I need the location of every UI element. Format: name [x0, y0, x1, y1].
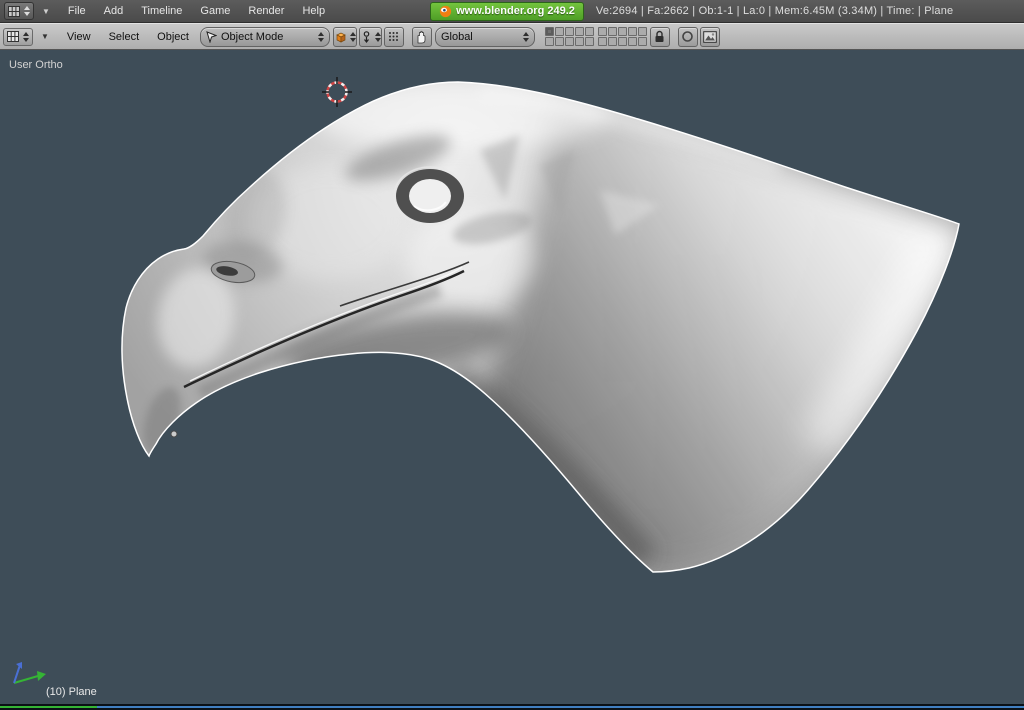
- layer-toggle[interactable]: [584, 37, 594, 46]
- manipulator-toggle-button[interactable]: [411, 26, 432, 47]
- circle-icon: [682, 31, 694, 42]
- layer-buttons-block-1: [544, 27, 594, 46]
- eagle-head-model[interactable]: [121, 81, 965, 575]
- layer-toggle[interactable]: [584, 27, 594, 36]
- draw-type-button[interactable]: [332, 26, 357, 47]
- editor-type-button-3dview[interactable]: [3, 27, 33, 46]
- lock-layers-button[interactable]: [649, 26, 670, 47]
- menu-add[interactable]: Add: [95, 5, 133, 17]
- dropdown-arrows-icon: [349, 31, 356, 42]
- scene-statistics: Ve:2694 | Fa:2662 | Ob:1-1 | La:0 | Mem:…: [595, 5, 954, 17]
- orientation-dropdown[interactable]: Global: [434, 26, 535, 47]
- solid-draw-cube-icon: [336, 32, 346, 43]
- dropdown-arrows-icon: [24, 6, 30, 16]
- dropdown-arrows-icon: [317, 31, 324, 42]
- dropdown-arrows-icon: [374, 31, 381, 42]
- layer-toggle[interactable]: [554, 37, 564, 46]
- image-icon: [703, 30, 717, 43]
- proportional-edit-button[interactable]: [677, 26, 698, 47]
- eye: [393, 166, 467, 226]
- blender-version-badge: www.blender.org 249.2: [430, 1, 584, 21]
- menu-render[interactable]: Render: [239, 5, 293, 17]
- 3d-scene: [13, 77, 965, 684]
- layer-toggle[interactable]: [564, 37, 574, 46]
- axis-gizmo-icon: [13, 662, 46, 684]
- menu-file[interactable]: File: [59, 5, 95, 17]
- render-preview-button[interactable]: [699, 26, 720, 47]
- divider-green-segment: [0, 706, 97, 708]
- mode-value: Object Mode: [220, 30, 284, 43]
- blender-logo-icon: [439, 5, 452, 17]
- menu-collapse-icon[interactable]: ▼: [36, 32, 54, 41]
- active-object-label: (10) Plane: [46, 686, 97, 698]
- layer-toggle[interactable]: [627, 27, 637, 36]
- lock-icon: [655, 30, 664, 42]
- 3d-cursor: [322, 77, 352, 107]
- layer-toggle[interactable]: [574, 37, 584, 46]
- mode-dropdown[interactable]: Object Mode: [199, 26, 330, 47]
- layer-toggle[interactable]: [637, 27, 647, 36]
- blender-window: ▼ File Add Timeline Game Render Help www…: [0, 0, 1024, 710]
- pivot-point-button[interactable]: [358, 26, 382, 47]
- grid-dots-icon: [389, 32, 399, 41]
- menu-timeline[interactable]: Timeline: [132, 5, 191, 17]
- layer-toggle[interactable]: [637, 37, 647, 46]
- layer-toggle[interactable]: [554, 27, 564, 36]
- layer-toggle[interactable]: [564, 27, 574, 36]
- dropdown-arrows-icon: [522, 31, 529, 42]
- menu-object[interactable]: Object: [148, 31, 198, 43]
- info-header: ▼ File Add Timeline Game Render Help www…: [0, 0, 1024, 23]
- layer-buttons-block-2: [597, 27, 647, 46]
- menu-view[interactable]: View: [58, 31, 100, 43]
- layer-toggle[interactable]: [627, 37, 637, 46]
- viewport-3d[interactable]: User Ortho (10) Plane: [0, 48, 1024, 704]
- layer-toggle[interactable]: [617, 27, 627, 36]
- grid-icon: [7, 31, 19, 42]
- layer-toggle[interactable]: [544, 37, 554, 46]
- layer-toggle[interactable]: [617, 37, 627, 46]
- menu-game[interactable]: Game: [191, 5, 239, 17]
- orientation-value: Global: [440, 30, 473, 43]
- stray-vertex: [170, 430, 178, 438]
- object-mode-icon: [206, 30, 217, 43]
- divider-blue-segment: [97, 706, 1024, 708]
- layer-toggle[interactable]: [597, 37, 607, 46]
- menu-help[interactable]: Help: [293, 5, 334, 17]
- layer-toggle[interactable]: [597, 27, 607, 36]
- grid-icon: [8, 5, 20, 17]
- viewport-header: ▼ View Select Object Object Mode Global: [0, 23, 1024, 50]
- layer-toggle[interactable]: [607, 27, 617, 36]
- hand-icon: [418, 30, 426, 43]
- badge-text: www.blender.org 249.2: [456, 5, 575, 17]
- dropdown-arrows-icon: [23, 31, 29, 42]
- layer-toggle[interactable]: [544, 27, 554, 36]
- view-mode-label: User Ortho: [9, 59, 63, 71]
- snap-grid-button[interactable]: [383, 26, 404, 47]
- editor-type-button[interactable]: [4, 2, 34, 20]
- editor-divider[interactable]: [0, 704, 1024, 710]
- menu-select[interactable]: Select: [100, 31, 149, 43]
- layer-toggle[interactable]: [574, 27, 584, 36]
- pivot-icon: [363, 31, 370, 43]
- layer-toggle[interactable]: [607, 37, 617, 46]
- menu-collapse-icon[interactable]: ▼: [37, 7, 55, 16]
